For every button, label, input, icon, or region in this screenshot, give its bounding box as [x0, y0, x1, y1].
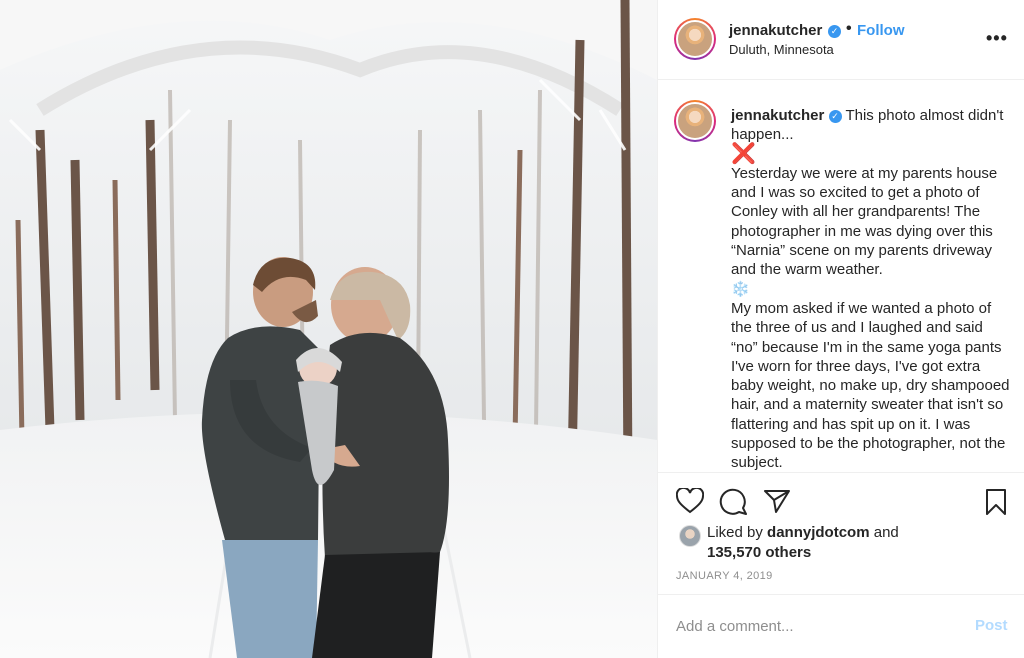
separator-dot: • — [846, 20, 852, 37]
liker-avatar[interactable] — [679, 525, 701, 547]
snowflake-emoji: ❄️ — [731, 280, 750, 298]
post-actions: Liked by dannyjdotcom and 135,570 others… — [658, 472, 1024, 595]
likes-joiner: and — [873, 524, 899, 541]
caption-paragraph-2: My mom asked if we wanted a photo of the… — [731, 299, 1010, 472]
share-icon[interactable] — [763, 488, 791, 519]
verified-badge-icon: ✓ — [828, 110, 842, 123]
likes-summary: Liked by dannyjdotcom and 135,570 others — [707, 523, 899, 562]
caption-text: jennakutcher ✓ This photo almost didn't … — [731, 106, 1011, 472]
snowy-forest-family-photo — [0, 0, 657, 658]
comment-box: Post — [658, 595, 1024, 658]
liker-username[interactable]: dannyjdotcom — [767, 524, 870, 541]
comment-icon[interactable] — [719, 488, 747, 520]
author-username[interactable]: jennakutcher — [729, 22, 822, 39]
author-avatar[interactable] — [674, 18, 716, 60]
more-options-icon[interactable]: ••• — [986, 28, 1008, 49]
post-comment-button[interactable]: Post — [975, 617, 1008, 634]
caption-paragraph-1: Yesterday we were at my parents house an… — [731, 164, 998, 279]
follow-button[interactable]: Follow — [857, 22, 905, 39]
bookmark-icon[interactable] — [985, 488, 1007, 521]
caption-username[interactable]: jennakutcher — [731, 107, 824, 124]
avatar-image — [676, 20, 714, 58]
comment-input[interactable] — [676, 615, 956, 637]
likes-prefix: Liked by — [707, 524, 763, 541]
caption-area[interactable]: jennakutcher ✓ This photo almost didn't … — [658, 80, 1024, 472]
cross-mark-emoji: ❌ — [731, 142, 756, 165]
verified-badge-icon: ✓ — [828, 25, 841, 38]
caption-author-avatar[interactable] — [674, 100, 716, 142]
heart-icon[interactable] — [675, 486, 705, 519]
avatar-image — [676, 102, 714, 140]
post-header: jennakutcher ✓ • Follow Duluth, Minnesot… — [658, 0, 1024, 80]
post-location[interactable]: Duluth, Minnesota — [729, 42, 834, 57]
post-photo[interactable] — [0, 0, 657, 658]
post-sidebar: jennakutcher ✓ • Follow Duluth, Minnesot… — [657, 0, 1024, 658]
post-date[interactable]: JANUARY 4, 2019 — [676, 570, 773, 582]
likes-count[interactable]: 135,570 others — [707, 544, 811, 561]
